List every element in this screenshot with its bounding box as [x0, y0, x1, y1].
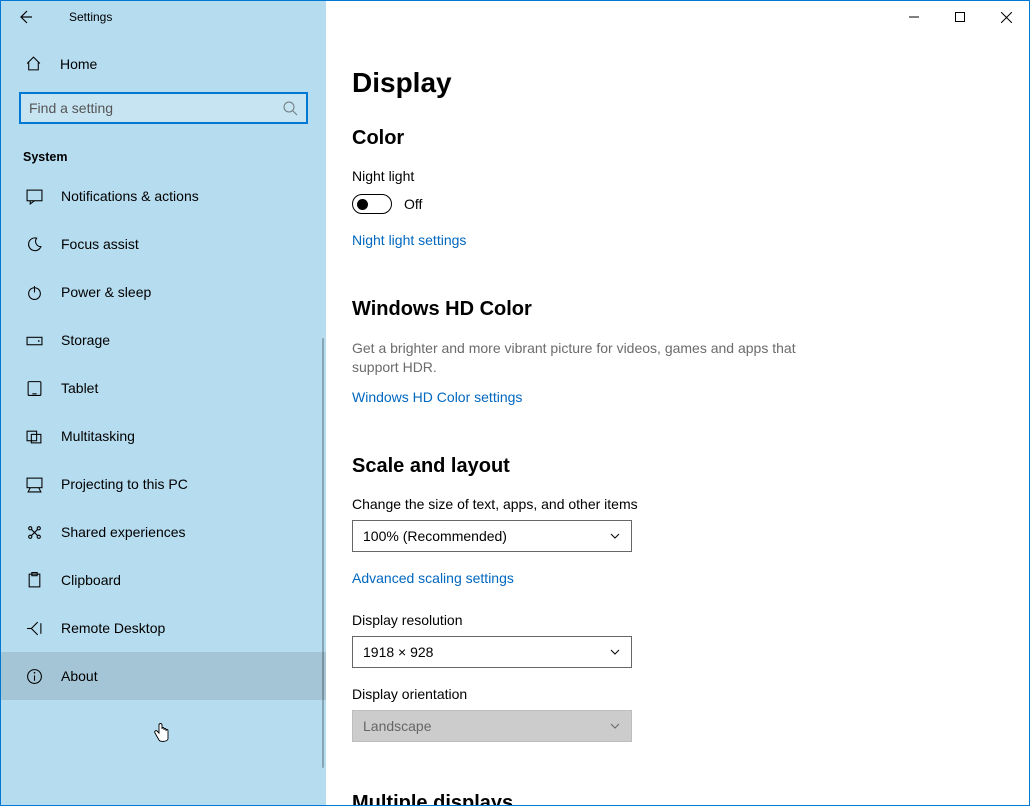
sidebar-scrollbar[interactable] [322, 338, 324, 768]
sidebar-item-notifications[interactable]: Notifications & actions [1, 172, 326, 220]
settings-window: Settings Home [0, 0, 1030, 806]
orientation-label: Display orientation [352, 686, 989, 702]
sidebar: Home System Notifications & actions Focu… [1, 33, 326, 805]
sidebar-item-label: About [61, 668, 98, 684]
close-icon [1001, 12, 1012, 23]
minimize-icon [909, 12, 919, 22]
moon-icon [25, 235, 43, 253]
sidebar-item-remote-desktop[interactable]: Remote Desktop [1, 604, 326, 652]
sidebar-item-multitasking[interactable]: Multitasking [1, 412, 326, 460]
sidebar-item-storage[interactable]: Storage [1, 316, 326, 364]
back-button[interactable] [1, 9, 49, 25]
sidebar-item-label: Multitasking [61, 428, 135, 444]
sidebar-item-label: Shared experiences [61, 524, 186, 540]
sidebar-item-focus-assist[interactable]: Focus assist [1, 220, 326, 268]
night-light-toggle[interactable] [352, 194, 392, 214]
text-size-label: Change the size of text, apps, and other… [352, 496, 989, 512]
project-icon [25, 475, 43, 493]
sidebar-item-label: Clipboard [61, 572, 121, 588]
close-button[interactable] [983, 1, 1029, 33]
sidebar-item-power-sleep[interactable]: Power & sleep [1, 268, 326, 316]
page-title: Display [352, 67, 989, 99]
home-icon [25, 55, 42, 72]
night-light-label: Night light [352, 168, 989, 184]
drive-icon [25, 331, 43, 349]
text-size-value: 100% (Recommended) [363, 528, 507, 544]
sidebar-item-label: Projecting to this PC [61, 476, 188, 492]
multitask-icon [25, 427, 43, 445]
home-button[interactable]: Home [1, 43, 326, 84]
advanced-scaling-link[interactable]: Advanced scaling settings [352, 570, 514, 586]
search-icon [282, 100, 298, 116]
resolution-dropdown[interactable]: 1918 × 928 [352, 636, 632, 668]
resolution-value: 1918 × 928 [363, 644, 433, 660]
back-arrow-icon [17, 9, 33, 25]
search-box[interactable] [19, 92, 308, 124]
chevron-down-icon [609, 720, 621, 732]
tablet-icon [25, 379, 43, 397]
hdcolor-description: Get a brighter and more vibrant picture … [352, 339, 822, 377]
sidebar-item-about[interactable]: About [1, 652, 326, 700]
sidebar-item-label: Remote Desktop [61, 620, 165, 636]
message-icon [25, 187, 43, 205]
night-light-settings-link[interactable]: Night light settings [352, 232, 466, 248]
search-input[interactable] [29, 100, 282, 116]
content-area[interactable]: Display Color Night light Off Night ligh… [326, 33, 1029, 805]
text-size-dropdown[interactable]: 100% (Recommended) [352, 520, 632, 552]
remote-icon [25, 619, 43, 637]
resolution-label: Display resolution [352, 612, 989, 628]
sidebar-item-clipboard[interactable]: Clipboard [1, 556, 326, 604]
minimize-button[interactable] [891, 1, 937, 33]
section-color-heading: Color [352, 127, 989, 150]
maximize-button[interactable] [937, 1, 983, 33]
sidebar-item-label: Power & sleep [61, 284, 151, 300]
share-icon [25, 523, 43, 541]
orientation-dropdown: Landscape [352, 710, 632, 742]
chevron-down-icon [609, 530, 621, 542]
section-hdcolor-heading: Windows HD Color [352, 298, 989, 321]
clipboard-icon [25, 571, 43, 589]
sidebar-item-shared-experiences[interactable]: Shared experiences [1, 508, 326, 556]
home-label: Home [60, 56, 97, 72]
sidebar-nav: Notifications & actions Focus assist Pow… [1, 172, 326, 805]
maximize-icon [955, 12, 965, 22]
sidebar-item-label: Storage [61, 332, 110, 348]
sidebar-item-tablet[interactable]: Tablet [1, 364, 326, 412]
sidebar-group-label: System [1, 134, 326, 172]
sidebar-item-label: Notifications & actions [61, 188, 199, 204]
app-title: Settings [49, 10, 112, 24]
sidebar-item-label: Focus assist [61, 236, 139, 252]
section-scale-heading: Scale and layout [352, 455, 989, 478]
titlebar: Settings [1, 1, 1029, 33]
power-icon [25, 283, 43, 301]
orientation-value: Landscape [363, 718, 432, 734]
night-light-state: Off [404, 196, 422, 212]
info-icon [25, 667, 43, 685]
sidebar-item-projecting[interactable]: Projecting to this PC [1, 460, 326, 508]
sidebar-item-label: Tablet [61, 380, 98, 396]
hdcolor-settings-link[interactable]: Windows HD Color settings [352, 389, 522, 405]
section-multiple-displays-heading: Multiple displays [352, 792, 989, 805]
chevron-down-icon [609, 646, 621, 658]
